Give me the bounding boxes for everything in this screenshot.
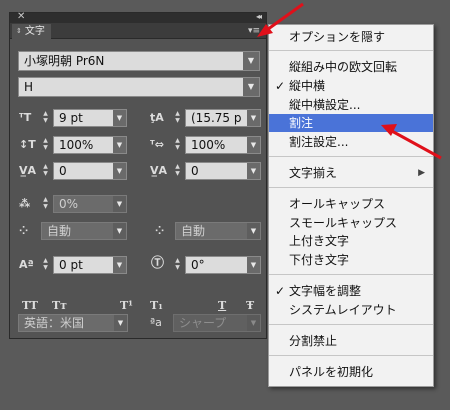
arrow-to-warichu-item	[381, 124, 442, 160]
annotation-arrows	[257, 2, 442, 160]
arrow-to-panel-menu-icon	[257, 2, 304, 37]
